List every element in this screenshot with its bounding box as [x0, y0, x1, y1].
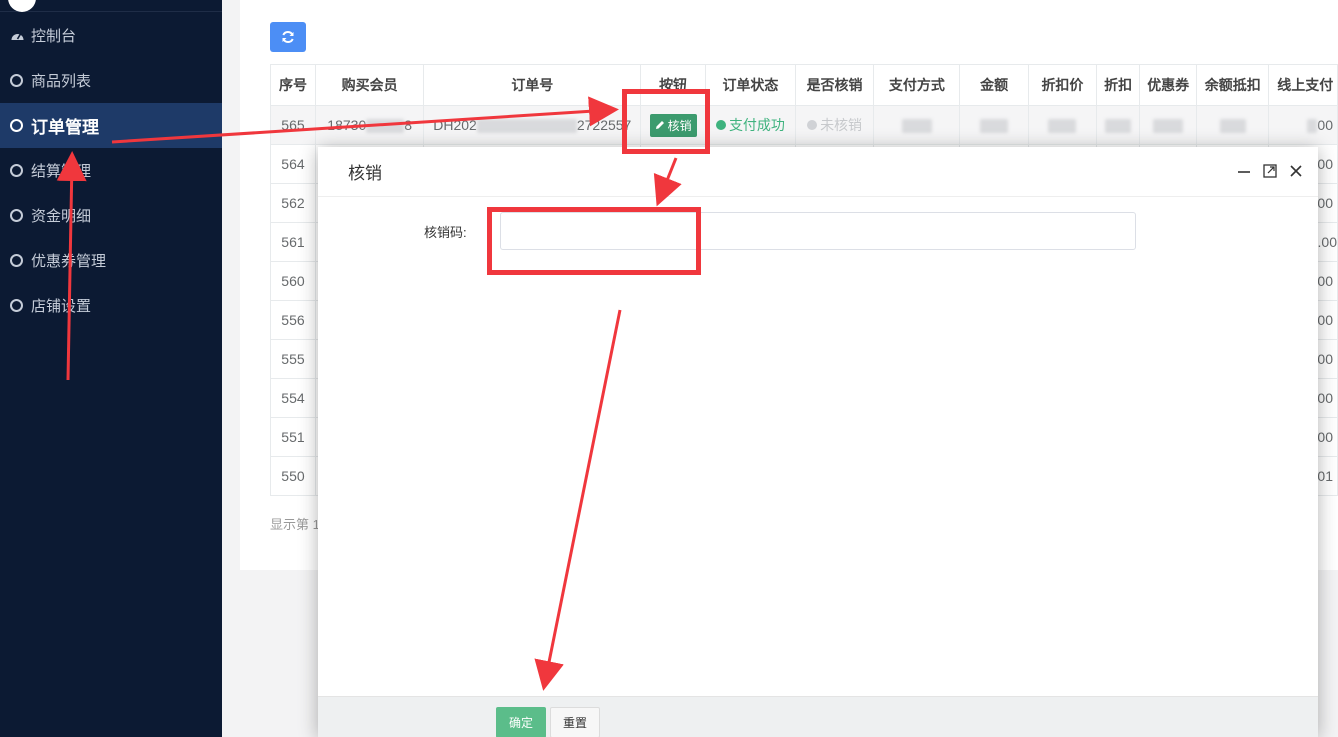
circle-icon	[10, 119, 23, 132]
column-header[interactable]: 折扣	[1096, 64, 1141, 106]
column-header[interactable]: 余额抵扣	[1196, 64, 1270, 106]
column-header[interactable]: 是否核销	[794, 64, 875, 106]
cell-online-pay: 00	[1268, 105, 1338, 145]
sidebar-item-funds[interactable]: 资金明细	[0, 193, 222, 238]
column-header[interactable]: 金额	[959, 64, 1029, 106]
cell-id: 562	[270, 183, 316, 223]
sidebar-item-label: 控制台	[31, 28, 77, 45]
cell-id: 554	[270, 378, 316, 418]
status-dot-icon	[715, 120, 726, 130]
close-icon[interactable]	[1288, 163, 1304, 179]
logo	[8, 0, 36, 12]
column-header[interactable]: 购买会员	[314, 64, 425, 106]
sidebar-item-shop-settings[interactable]: 店铺设置	[0, 283, 222, 328]
cell-member: 18730 8	[314, 105, 425, 145]
cell-id: 550	[270, 456, 316, 496]
column-header[interactable]: 订单状态	[705, 64, 796, 106]
sidebar-item-label: 优惠券管理	[31, 253, 107, 270]
cell-id: 555	[270, 339, 316, 379]
cell-discount	[1096, 105, 1141, 145]
sidebar-item-products[interactable]: 商品列表	[0, 58, 222, 103]
table-header-row: 序号 购买会员 订单号 按钮 订单状态 是否核销 支付方式 金额 折扣价 折扣 …	[270, 64, 1338, 106]
cell-order-number: DH202 2722557	[423, 105, 642, 145]
circle-icon	[10, 74, 23, 87]
cell-id: 560	[270, 261, 316, 301]
sidebar: 控制台 商品列表 订单管理 结算管理 资金明细 优惠券管理 店铺设置	[0, 0, 222, 737]
dialog-controls	[1236, 163, 1304, 179]
sidebar-item-label: 店铺设置	[31, 298, 92, 315]
dashboard-icon	[10, 29, 25, 42]
circle-icon	[10, 299, 23, 312]
cell-payment-method	[873, 105, 961, 145]
table-row[interactable]: 565 18730 8 DH202 2722557 核销 支付成功 未核销 00	[270, 105, 1338, 145]
logo-strip	[0, 0, 222, 12]
sidebar-item-orders[interactable]: 订单管理	[0, 103, 222, 148]
refresh-icon	[282, 31, 294, 43]
column-header[interactable]: 订单号	[423, 64, 642, 106]
sidebar-item-coupons[interactable]: 优惠券管理	[0, 238, 222, 283]
confirm-button[interactable]: 确定	[496, 707, 546, 737]
cell-amount	[959, 105, 1029, 145]
column-header[interactable]: 线上支付	[1268, 64, 1338, 106]
sidebar-item-dashboard[interactable]: 控制台	[0, 13, 222, 58]
cell-order-status: 支付成功	[705, 105, 796, 145]
cell-id: 556	[270, 300, 316, 340]
reset-button[interactable]: 重置	[550, 707, 600, 737]
dialog-footer: 确定 重置	[318, 696, 1318, 737]
sidebar-item-settlement[interactable]: 结算管理	[0, 148, 222, 193]
verify-dialog: 核销 核销码: 确定 重置	[318, 147, 1318, 737]
annotation-box-code-input	[487, 207, 701, 275]
dialog-header: 核销	[318, 147, 1318, 197]
sidebar-item-label: 订单管理	[31, 118, 99, 137]
column-header[interactable]: 优惠券	[1139, 64, 1198, 106]
maximize-icon[interactable]	[1262, 163, 1278, 179]
circle-icon	[10, 254, 23, 267]
sidebar-item-label: 结算管理	[31, 163, 92, 180]
circle-icon	[10, 209, 23, 222]
sidebar-item-label: 资金明细	[31, 208, 92, 225]
cell-discount-price	[1027, 105, 1098, 145]
column-header[interactable]: 折扣价	[1027, 64, 1098, 106]
cell-id: 561	[270, 222, 316, 262]
verify-code-label: 核销码:	[424, 225, 467, 240]
column-header[interactable]: 支付方式	[873, 64, 961, 106]
column-header[interactable]: 序号	[270, 64, 316, 106]
cell-verified: 未核销	[794, 105, 875, 145]
cell-balance	[1196, 105, 1270, 145]
refresh-button[interactable]	[270, 22, 306, 52]
sidebar-item-label: 商品列表	[31, 73, 92, 90]
status-dot-icon	[807, 120, 818, 130]
cell-coupon	[1139, 105, 1198, 145]
cell-id: 551	[270, 417, 316, 457]
annotation-box-verify-button	[622, 89, 710, 154]
minimize-icon[interactable]	[1236, 163, 1252, 179]
dialog-title: 核销	[348, 164, 382, 183]
cell-id: 564	[270, 144, 316, 184]
cell-id: 565	[270, 105, 316, 145]
circle-icon	[10, 164, 23, 177]
